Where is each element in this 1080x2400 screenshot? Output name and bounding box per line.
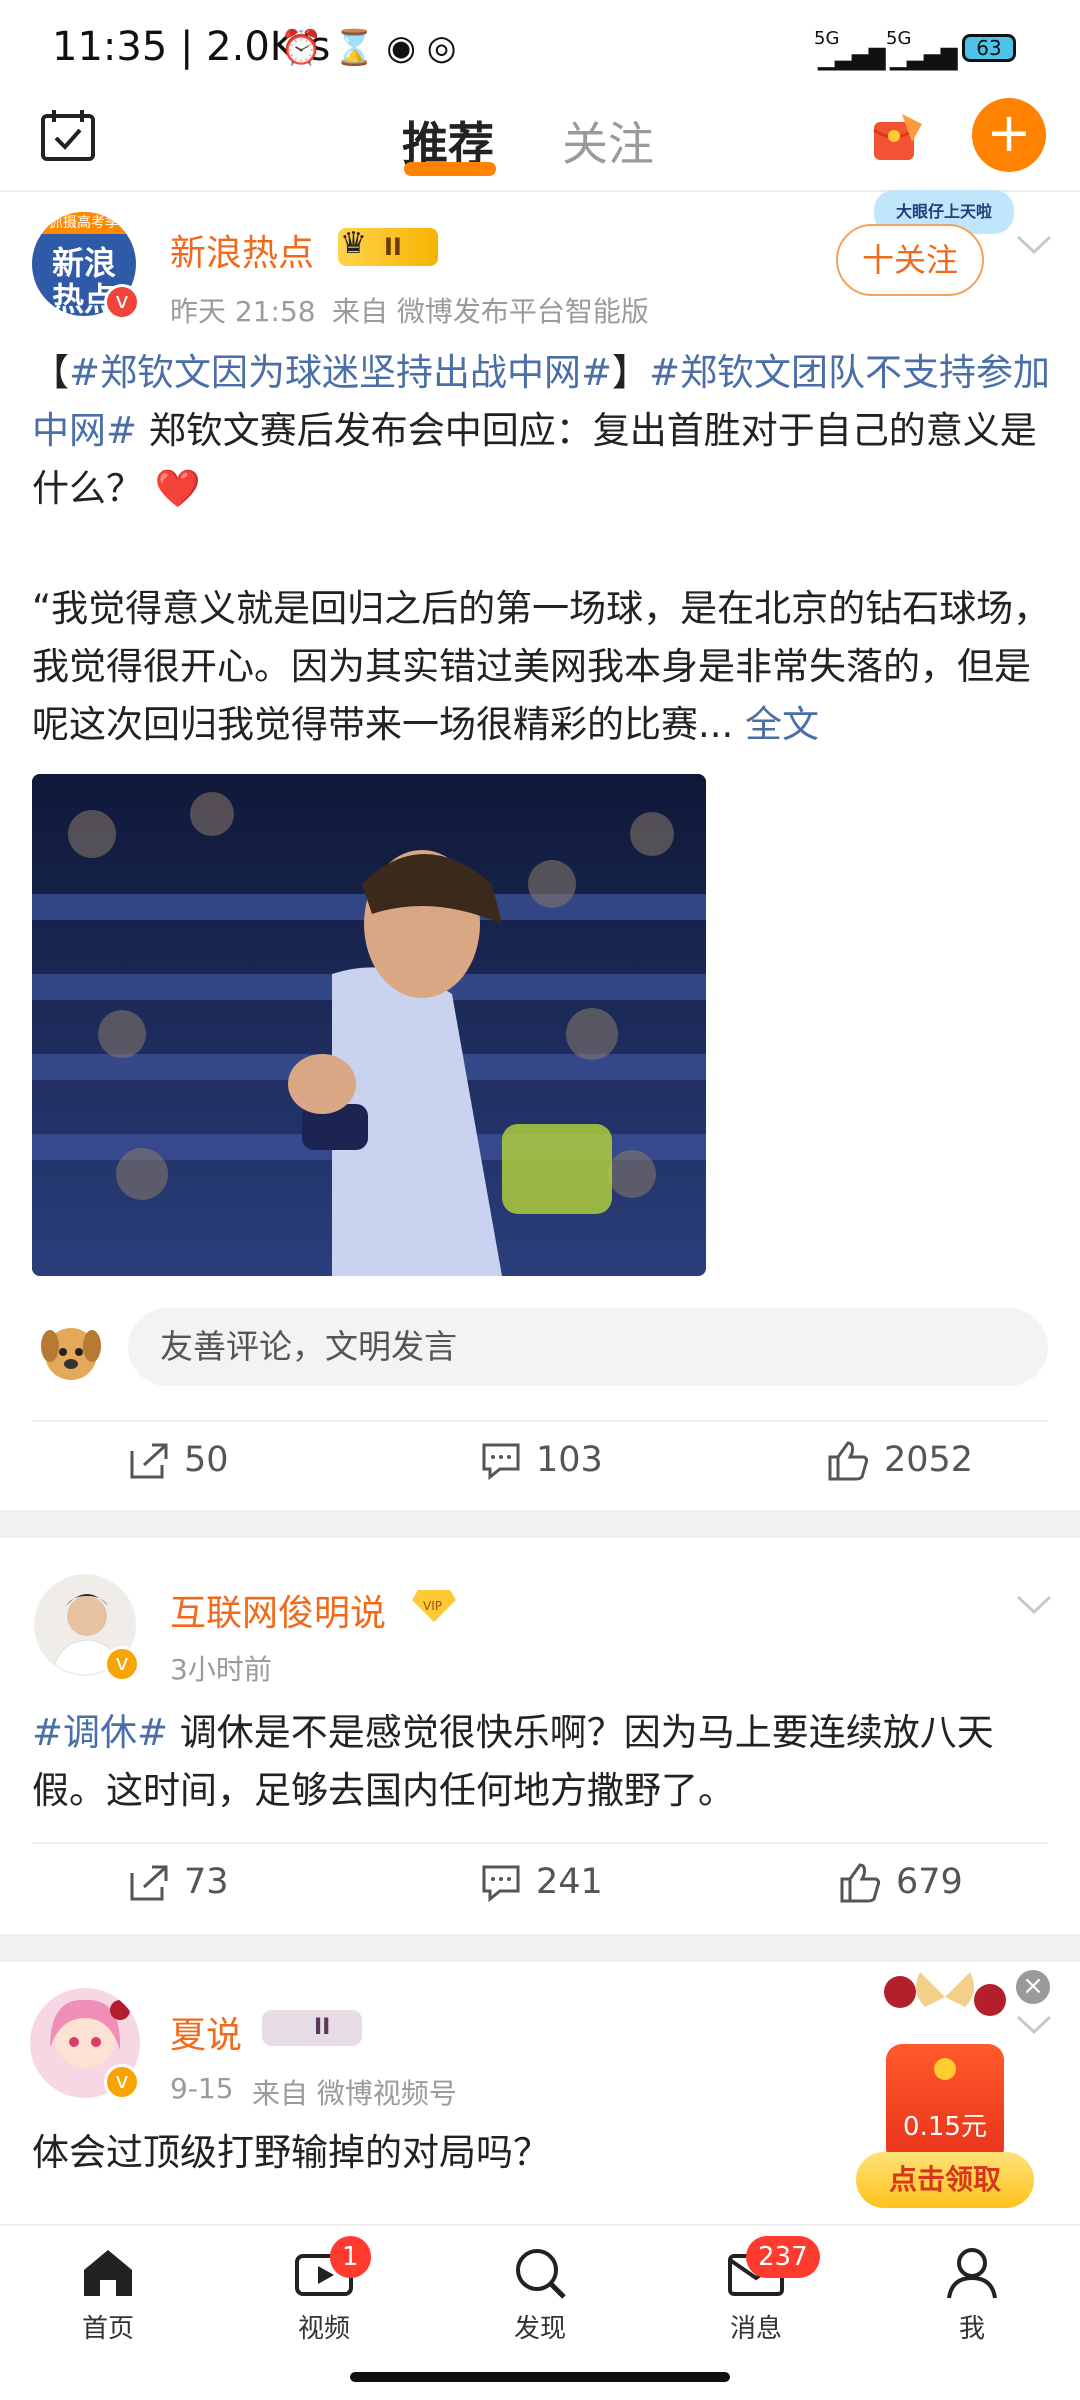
svg-text:VIP: VIP — [423, 1599, 442, 1613]
share-icon — [130, 1865, 168, 1901]
tab-follow[interactable]: 关注 — [562, 108, 654, 174]
post-quote: “我觉得意义就是回归之后的第一场球，是在北京的钻石球场，我觉得很开心。因为其实错… — [32, 587, 1051, 746]
red-packet-ad[interactable]: 0.15元 — [886, 2044, 1004, 2164]
comment-button[interactable]: 103 — [480, 1440, 603, 1481]
post-image[interactable] — [32, 774, 706, 1276]
comment-icon — [482, 1443, 520, 1481]
notification-icons: ⏰ ⌛ ◉ ◎ — [280, 28, 457, 68]
signal-bars-1-icon: ▁▃▅▇ — [818, 46, 886, 71]
thumbs-up-icon — [828, 1441, 869, 1481]
chevron-down-icon[interactable] — [1016, 2014, 1052, 2036]
messages-badge: 237 — [746, 2236, 820, 2278]
claim-button[interactable]: 点击领取 — [856, 2152, 1034, 2208]
mascot-avatar-icon — [36, 1308, 106, 1388]
comment-input[interactable]: 友善评论，文明发言 — [128, 1308, 1048, 1386]
author-name[interactable]: 互联网俊明说 — [170, 1584, 386, 1636]
repost-button[interactable]: 73 — [128, 1862, 229, 1903]
nav-home[interactable]: 首页 — [48, 2246, 168, 2345]
share-icon — [130, 1443, 168, 1479]
feed-gap — [0, 1934, 1080, 1962]
post-source: 来自 微博视频号 — [252, 2077, 457, 2110]
post-divider — [32, 1842, 1048, 1844]
battery-indicator: 63 — [962, 34, 1016, 62]
author-name[interactable]: 新浪热点 — [170, 224, 314, 276]
post-time: 昨天 21:58 — [170, 295, 316, 328]
ad-amount: 0.15元 — [903, 2112, 987, 2142]
rank-badge: II — [262, 2010, 362, 2046]
author-name[interactable]: 夏说 — [170, 2006, 242, 2058]
feed-gap — [0, 1510, 1080, 1538]
comment-button[interactable]: 241 — [480, 1862, 603, 1903]
repost-button[interactable]: 50 — [128, 1440, 229, 1481]
coin-icon — [934, 2058, 956, 2080]
search-icon — [516, 2249, 566, 2299]
chevron-down-icon[interactable] — [1016, 234, 1052, 256]
post-source: 来自 微博发布平台智能版 — [332, 295, 649, 328]
crown-icon: ♛ — [340, 226, 367, 261]
post-text: 【#郑钦文因为球迷坚持出战中网#】#郑钦文团队不支持参加中网# 郑钦文赛后发布会… — [32, 351, 1051, 510]
nav-discover[interactable]: 发现 — [480, 2246, 600, 2345]
video-badge: 1 — [330, 2236, 371, 2278]
profile-icon — [947, 2248, 997, 2299]
vip-diamond-icon: VIP — [412, 1584, 456, 1624]
verified-icon: v — [104, 2064, 140, 2100]
like-button[interactable]: 679 — [838, 1862, 963, 1903]
verified-icon: v — [104, 284, 140, 320]
nav-me[interactable]: 我 — [912, 2246, 1032, 2345]
hashtag-link[interactable]: #郑钦文因为球迷坚持出战中网# — [69, 351, 612, 394]
like-button[interactable]: 2052 — [826, 1440, 973, 1481]
follow-button[interactable]: 十关注 — [836, 224, 984, 296]
comment-icon — [482, 1865, 520, 1903]
thumbs-up-icon — [840, 1863, 881, 1903]
hashtag-link[interactable]: #调休# — [32, 1711, 168, 1754]
post-text: #调休# 调休是不是感觉很快乐啊？因为马上要连续放八天假。这时间，足够去国内任何… — [32, 1711, 994, 1812]
verified-icon: v — [104, 1646, 140, 1682]
butterfly-decoration-icon — [880, 1962, 1010, 2032]
home-icon — [84, 2250, 132, 2296]
heart-emoji: ❤️ — [154, 467, 201, 510]
red-packet-icon[interactable] — [868, 108, 926, 166]
expand-full-link[interactable]: 全文 — [745, 703, 819, 746]
signal-bars-2-icon: ▁▃▅▇ — [890, 46, 958, 71]
status-bar: 11:35 | 2.0K/s ⏰ ⌛ ◉ ◎ 5G ▁▃▅▇ 5G ▁▃▅▇ 6… — [0, 0, 1080, 96]
post-time: 9-15 — [170, 2072, 234, 2105]
avatar-banner: 抓摄高考季 — [32, 212, 136, 234]
chevron-down-icon[interactable] — [1016, 1594, 1052, 1616]
post-divider — [32, 1420, 1048, 1422]
close-icon[interactable]: × — [1016, 1970, 1050, 2004]
active-tab-indicator — [404, 162, 496, 176]
post-time: 3小时前 — [170, 1653, 272, 1686]
compose-button[interactable]: + — [972, 98, 1046, 172]
home-indicator[interactable] — [350, 2372, 730, 2382]
